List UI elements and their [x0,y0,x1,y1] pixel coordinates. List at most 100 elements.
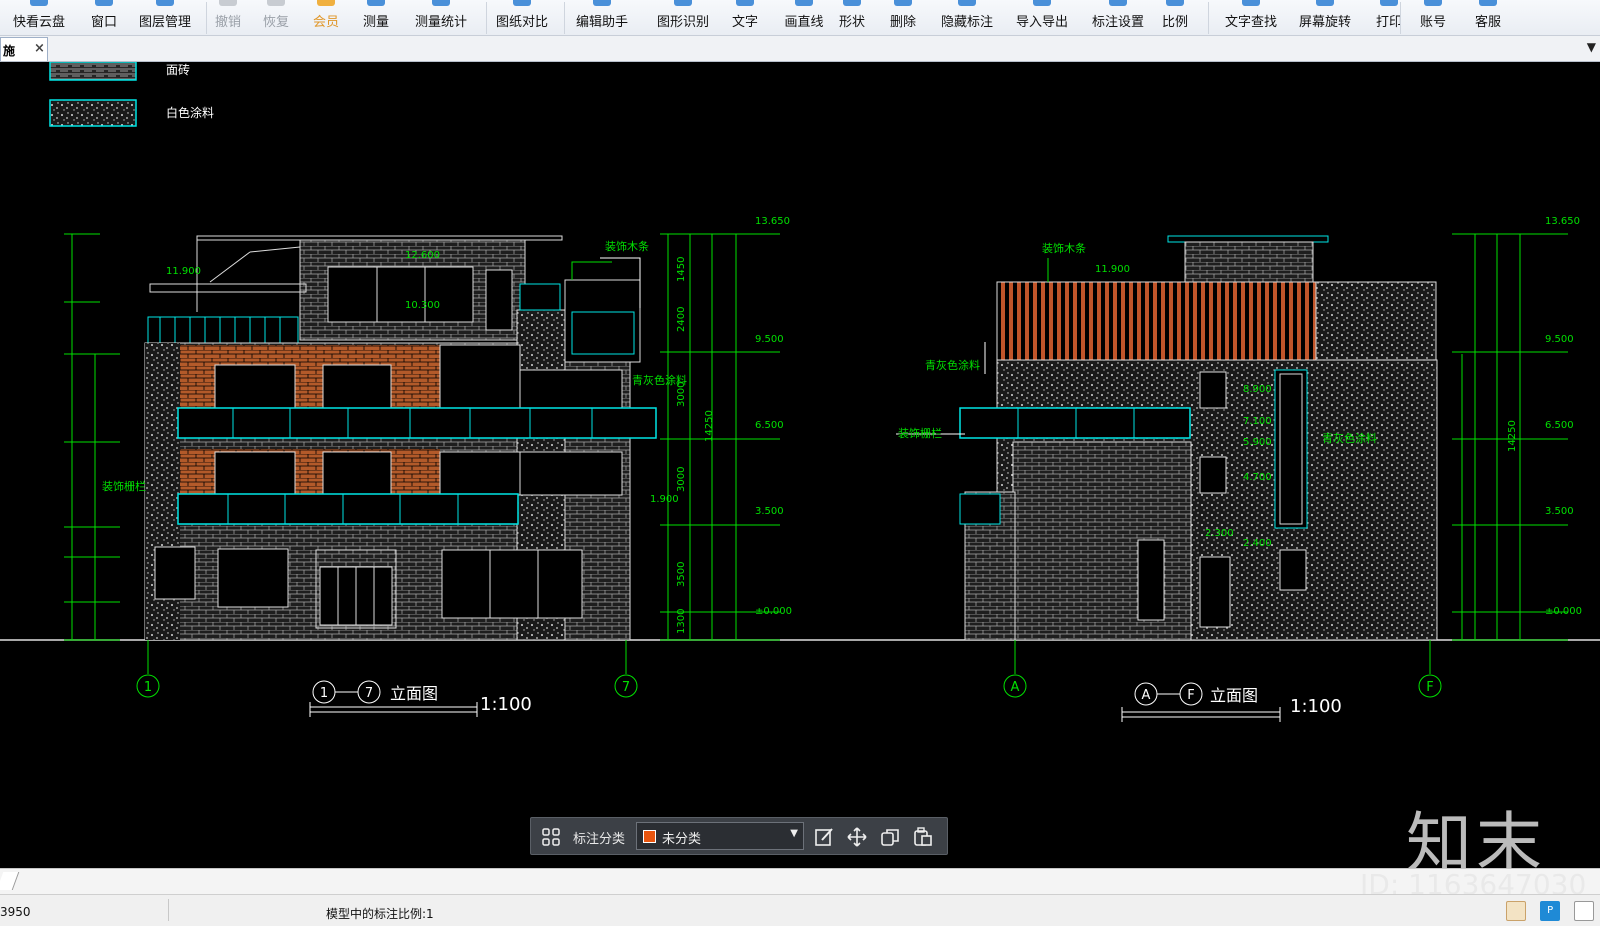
left-elev-label-4: 3.500 [755,506,784,517]
right-dim-8900: 8.900 [1243,384,1272,395]
toolbar-button-vip[interactable]: 会员 [308,0,344,36]
window-mode-icon[interactable] [1574,901,1594,921]
toolbar-button-import-export[interactable]: 导入导出 [1010,0,1074,36]
left-note-railing: 装饰栅栏 [102,479,146,493]
legend-swatch-tile [49,62,137,81]
right-note-grey-paint-2: 青灰色涂料 [1322,431,1377,445]
toolbar-button-label: 屏幕旋转 [1298,15,1351,30]
toolbar-button-text[interactable]: 文字 [730,0,760,36]
redo-icon [267,0,285,6]
toolbar-button-line[interactable]: 画直线 [778,0,830,36]
right-elev-label-5: ±0.000 [1545,606,1582,617]
axis-bubble-f: F [1426,680,1433,695]
left-floor-dim-6: 1300 [676,609,687,634]
print-icon [1380,0,1398,6]
toolbar-button-label: 图形识别 [656,15,709,30]
toolbar-button-ruler[interactable]: 测量 [355,0,397,36]
toolbar-separator [486,2,487,34]
drawing-tab-label: 施 [3,44,16,58]
toolbar-button-label: 客服 [1474,15,1501,30]
right-dim-2300: 2.300 [1205,528,1234,539]
toolbar-button-account[interactable]: 账号 [1416,0,1450,36]
right-dim-4700: 4.700 [1243,472,1272,483]
toolbar-button-label: 文字 [731,15,758,30]
toolbar-button-label: 形状 [838,15,865,30]
grid-icon[interactable] [541,827,561,847]
layer-status-icon[interactable] [1506,901,1527,921]
toolbar-button-hide-annotation[interactable]: 隐藏标注 [934,0,1000,36]
layers-icon [156,0,174,6]
right-note-railing: 装饰栅栏 [898,426,942,440]
toolbar-button-label: 隐藏标注 [940,15,993,30]
tab-menu-dropdown-icon[interactable]: ▼ [1587,40,1596,54]
axis-bubble-a: A [1011,680,1020,695]
annotation-settings-icon [1109,0,1127,6]
drawing-canvas[interactable]: 面砖 白色涂料 13.650 9.500 6.500 3.500 ±0.000 … [0,62,1600,868]
left-dim-12600: 12.600 [405,250,440,261]
legend: 面砖 白色涂料 [49,62,214,127]
left-title-axis-7: 7 [365,686,373,701]
right-total-height: 14250 [1507,420,1518,452]
toolbar-button-window[interactable]: 窗口 [84,0,124,36]
close-tab-icon[interactable]: × [34,41,45,56]
edit-annotation-icon[interactable] [813,826,835,848]
toolbar-button-label: 比例 [1161,15,1188,30]
compare-icon [513,0,531,6]
right-note-wood: 装饰木条 [1042,241,1086,255]
left-elevation-title: 1 7 1 7 立面图 1:100 [136,674,638,717]
right-elevation [896,233,1568,674]
toolbar-button-label: 编辑助手 [575,15,628,30]
window-icon [95,0,113,6]
toolbar-button-delete[interactable]: 删除 [884,0,922,36]
legend-label-white-paint: 白色涂料 [166,105,214,120]
toolbar-button-compare[interactable]: 图纸对比 [490,0,554,36]
paste-icon[interactable] [912,826,934,848]
toolbar-button-label: 恢复 [262,15,289,30]
toolbar-button-shape[interactable]: 形状 [834,0,870,36]
left-floor-dim-2: 2400 [676,307,687,332]
right-dim-7100: 7.100 [1243,416,1272,427]
p-mode-icon[interactable]: P [1540,901,1561,921]
left-floor-dim-3: 3000 [676,382,687,407]
toolbar-button-cloud[interactable]: 快看云盘 [8,0,70,36]
edit-assistant-icon [593,0,611,6]
left-elev-label-1: 13.650 [755,216,790,227]
right-dim-5900: 5.900 [1243,437,1272,448]
toolbar-separator [564,2,565,34]
right-note-grey-paint: 青灰色涂料 [925,358,980,372]
toolbar-button-undo[interactable]: 撤销 [210,0,246,36]
toolbar-button-text-search[interactable]: 文字查找 [1218,0,1284,36]
shape-icon [843,0,861,6]
right-elev-label-4: 3.500 [1545,506,1574,517]
toolbar-button-support[interactable]: 客服 [1470,0,1506,36]
right-title-axis-a: A [1142,688,1151,703]
toolbar-button-label: 标注设置 [1091,15,1144,30]
hide-annotation-icon [958,0,976,6]
left-dim-1900: 1.900 [650,494,679,505]
coordinate-readout: 3950 [0,905,31,919]
toolbar-button-measure-stats[interactable]: 测量统计 [410,0,472,36]
toolbar-button-shape-recognize[interactable]: 图形识别 [650,0,716,36]
legend-swatch-white-paint [49,99,137,127]
drawing-tab[interactable]: 施 × [0,37,48,61]
left-floor-dim-1: 1450 [676,257,687,282]
toolbar-button-edit-assistant[interactable]: 编辑助手 [568,0,636,36]
toolbar-button-label: 导入导出 [1015,15,1068,30]
toolbar-button-label: 画直线 [784,15,824,30]
text-search-icon [1242,0,1260,6]
right-elev-label-3: 6.500 [1545,420,1574,431]
left-dim-11900: 11.900 [166,266,201,277]
toolbar-button-rotate-screen[interactable]: 屏幕旋转 [1292,0,1358,36]
toolbar-button-redo[interactable]: 恢复 [258,0,294,36]
annotation-scale-text: 模型中的标注比例:1 [326,907,434,921]
toolbar-button-label: 账号 [1419,15,1446,30]
annotation-toolbar: 标注分类 未分类 ▼ [530,817,948,855]
toolbar-button-annotation-settings[interactable]: 标注设置 [1086,0,1150,36]
toolbar-button-layers[interactable]: 图层管理 [132,0,198,36]
annotation-category-select[interactable]: 未分类 ▼ [636,822,804,850]
move-icon[interactable] [846,826,868,848]
scrollbar-handle[interactable] [0,872,20,890]
copy-icon[interactable] [879,826,901,848]
scale-icon [1166,0,1184,6]
toolbar-button-scale[interactable]: 比例 [1160,0,1190,36]
